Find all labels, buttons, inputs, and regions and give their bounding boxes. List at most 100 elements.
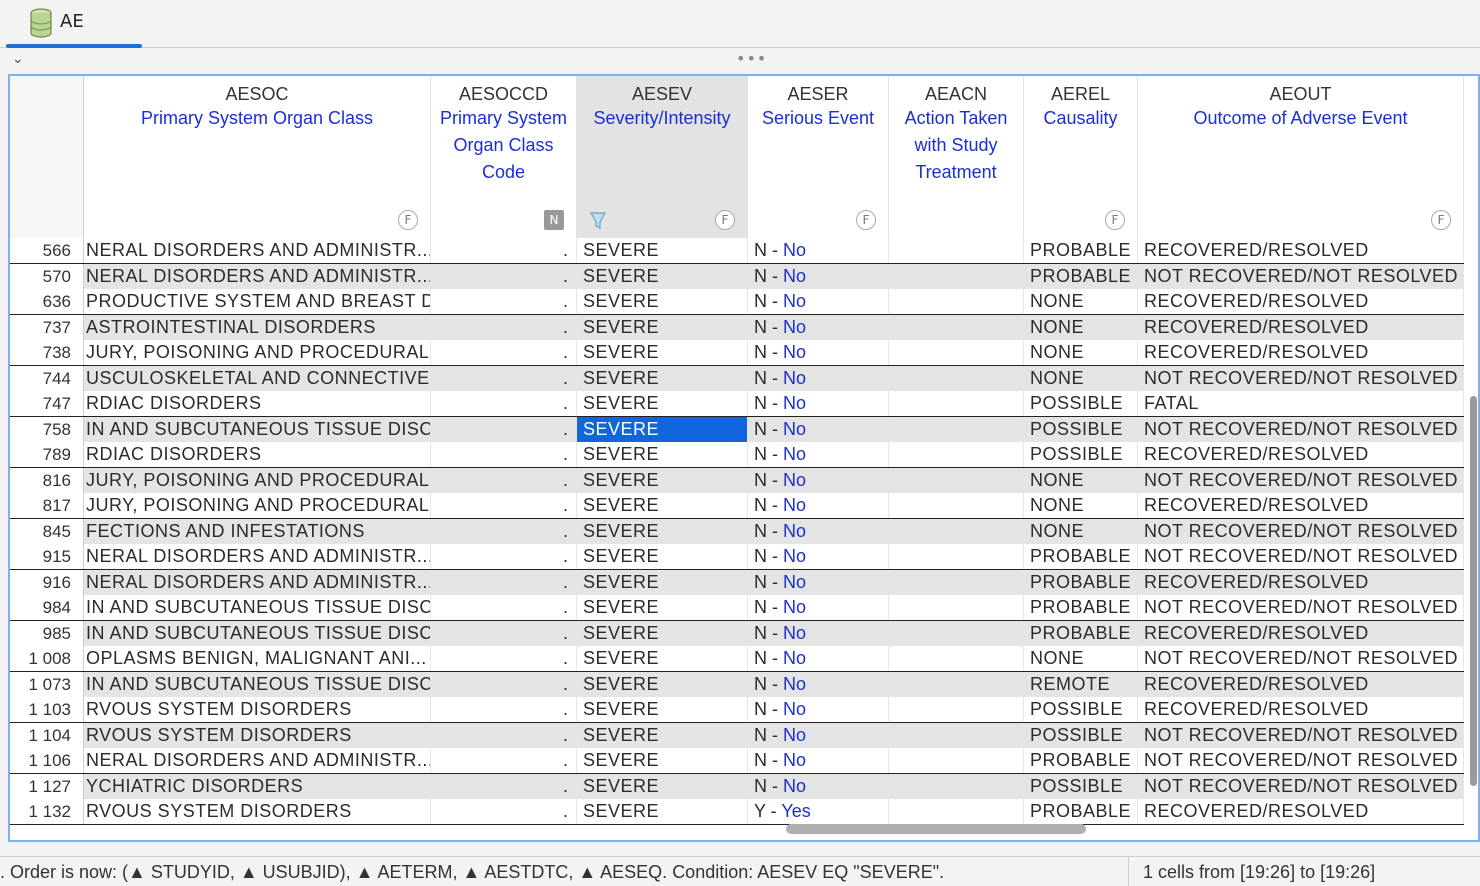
cell-aeacn[interactable] [889,340,1024,365]
cell-aeser[interactable]: N - No [748,697,889,722]
serious-decode-link[interactable]: No [783,597,806,617]
cell-aeacn[interactable] [889,569,1024,595]
cell-aesoc[interactable]: NERAL DISORDERS AND ADMINISTR... [84,748,431,773]
cell-aesoc[interactable]: JURY, POISONING AND PROCEDURAL... [84,340,431,365]
cell-aeser[interactable]: N - No [748,620,889,646]
row-number[interactable]: 737 [10,314,84,340]
cell-aerel[interactable]: NONE [1024,467,1138,493]
row-number[interactable]: 1 073 [10,671,84,697]
cell-aesoccd[interactable]: . [431,340,577,365]
cell-aesev[interactable]: SEVERE [577,416,748,442]
cell-aerel[interactable]: NONE [1024,365,1138,391]
row-number[interactable]: 758 [10,416,84,442]
serious-decode-link[interactable]: No [783,699,806,719]
cell-aerel[interactable]: POSSIBLE [1024,773,1138,799]
cell-aesev[interactable]: SEVERE [577,773,748,799]
cell-aesev[interactable]: SEVERE [577,722,748,748]
cell-aesoc[interactable]: JURY, POISONING AND PROCEDURAL... [84,467,431,493]
cell-aeser[interactable]: N - No [748,595,889,620]
table-row[interactable]: 744 USCULOSKELETAL AND CONNECTIVE.... SEVE… [10,365,1464,391]
cell-aeout[interactable]: NOT RECOVERED/NOT RESOLVED [1138,773,1464,799]
cell-aeout[interactable]: NOT RECOVERED/NOT RESOLVED [1138,416,1464,442]
cell-aesev[interactable]: SEVERE [577,340,748,365]
table-row[interactable]: 737 ASTROINTESTINAL DISORDERS. SEVERE N - N… [10,314,1464,340]
table-row[interactable]: 1 127 YCHIATRIC DISORDERS. SEVERE N - No POS… [10,773,1464,799]
cell-aeout[interactable]: RECOVERED/RESOLVED [1138,697,1464,722]
cell-aesev[interactable]: SEVERE [577,569,748,595]
filter-icon[interactable] [589,210,607,230]
cell-aesoccd[interactable]: . [431,518,577,544]
column-header-aerel[interactable]: AEREL Causality F [1024,76,1138,238]
cell-aeacn[interactable] [889,748,1024,773]
serious-decode-link[interactable]: No [783,419,806,439]
cell-aesev[interactable]: SEVERE [577,391,748,416]
cell-aesev[interactable]: SEVERE [577,467,748,493]
cell-aesoc[interactable]: RDIAC DISORDERS [84,442,431,467]
cell-aesoc[interactable]: RVOUS SYSTEM DISORDERS [84,799,431,824]
cell-aesev[interactable]: SEVERE [577,544,748,569]
cell-aesoc[interactable]: IN AND SUBCUTANEOUS TISSUE DISC... [84,671,431,697]
format-badge-icon[interactable]: F [856,210,876,230]
cell-aesoc[interactable]: RDIAC DISORDERS [84,391,431,416]
cell-aeser[interactable]: N - No [748,671,889,697]
cell-aesoccd[interactable]: . [431,748,577,773]
cell-aerel[interactable]: PROBABLE [1024,263,1138,289]
cell-aesev[interactable]: SEVERE [577,289,748,314]
cell-aeout[interactable]: NOT RECOVERED/NOT RESOLVED [1138,544,1464,569]
cell-aesev[interactable]: SEVERE [577,799,748,824]
cell-aesev[interactable]: SEVERE [577,595,748,620]
horizontal-scroll-thumb[interactable] [786,824,1086,834]
cell-aeser[interactable]: N - No [748,340,889,365]
table-row[interactable]: 1 132 RVOUS SYSTEM DISORDERS. SEVERE Y - Ye… [10,799,1464,825]
cell-aerel[interactable]: POSSIBLE [1024,416,1138,442]
cell-aesoccd[interactable]: . [431,263,577,289]
row-number[interactable]: 984 [10,595,84,620]
cell-aeser[interactable]: N - No [748,544,889,569]
cell-aeser[interactable]: N - No [748,314,889,340]
column-header-aesev[interactable]: AESEV Severity/Intensity F [577,76,748,238]
cell-aeacn[interactable] [889,263,1024,289]
table-row[interactable]: 789 RDIAC DISORDERS. SEVERE N - No POSSIBLE R… [10,442,1464,468]
cell-aesev[interactable]: SEVERE [577,442,748,467]
serious-decode-link[interactable]: No [783,572,806,592]
cell-aeser[interactable]: N - No [748,391,889,416]
cell-aeacn[interactable] [889,544,1024,569]
cell-aeout[interactable]: NOT RECOVERED/NOT RESOLVED [1138,263,1464,289]
cell-aeser[interactable]: N - No [748,493,889,518]
vertical-scrollbar[interactable] [1466,76,1478,840]
cell-aeser[interactable]: N - No [748,569,889,595]
cell-aeser[interactable]: N - No [748,748,889,773]
cell-aesoc[interactable]: NERAL DISORDERS AND ADMINISTR... [84,238,431,263]
cell-aesoccd[interactable]: . [431,238,577,263]
cell-aeout[interactable]: RECOVERED/RESOLVED [1138,340,1464,365]
cell-aeacn[interactable] [889,391,1024,416]
cell-aeout[interactable]: RECOVERED/RESOLVED [1138,289,1464,314]
cell-aesoc[interactable]: NERAL DISORDERS AND ADMINISTR... [84,544,431,569]
row-number[interactable]: 1 127 [10,773,84,799]
cell-aeacn[interactable] [889,646,1024,671]
cell-aerel[interactable]: PROBABLE [1024,595,1138,620]
row-number[interactable]: 744 [10,365,84,391]
cell-aeout[interactable]: NOT RECOVERED/NOT RESOLVED [1138,365,1464,391]
format-badge-icon[interactable]: F [398,210,418,230]
column-header-aesoccd[interactable]: AESOCCD Primary System Organ Class Code … [431,76,577,238]
cell-aeacn[interactable] [889,365,1024,391]
column-header-aeser[interactable]: AESER Serious Event F [748,76,889,238]
cell-aesoccd[interactable]: . [431,569,577,595]
cell-aesoc[interactable]: PRODUCTIVE SYSTEM AND BREAST D... [84,289,431,314]
serious-decode-link[interactable]: No [783,470,806,490]
cell-aeacn[interactable] [889,799,1024,824]
row-number[interactable]: 1 008 [10,646,84,671]
cell-aeout[interactable]: RECOVERED/RESOLVED [1138,442,1464,467]
cell-aeout[interactable]: RECOVERED/RESOLVED [1138,314,1464,340]
row-number[interactable]: 985 [10,620,84,646]
table-row[interactable]: 1 073 IN AND SUBCUTANEOUS TISSUE DISC....… [10,671,1464,697]
cell-aeout[interactable]: NOT RECOVERED/NOT RESOLVED [1138,748,1464,773]
cell-aesev[interactable]: SEVERE [577,365,748,391]
cell-aeout[interactable]: RECOVERED/RESOLVED [1138,671,1464,697]
cell-aeout[interactable]: RECOVERED/RESOLVED [1138,238,1464,263]
serious-decode-link[interactable]: No [783,674,806,694]
serious-decode-link[interactable]: No [783,342,806,362]
row-number[interactable]: 915 [10,544,84,569]
cell-aeser[interactable]: N - No [748,773,889,799]
